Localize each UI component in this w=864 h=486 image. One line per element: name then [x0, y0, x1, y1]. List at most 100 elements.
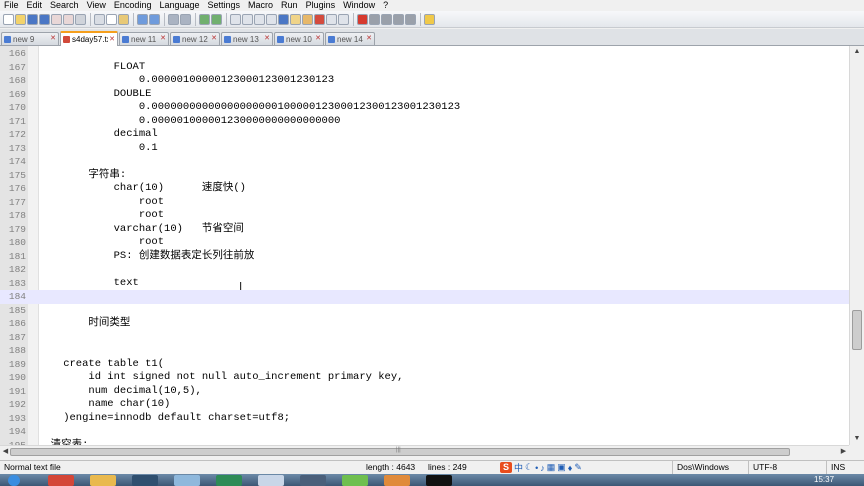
code-line[interactable]: 187 — [0, 331, 849, 345]
ime-punct-icon[interactable]: • — [535, 463, 538, 473]
tab-close-icon[interactable]: ✕ — [210, 35, 218, 43]
tab-close-icon[interactable]: ✕ — [159, 35, 167, 43]
excel-taskbar-icon[interactable] — [216, 475, 242, 486]
code-line[interactable]: 185 — [0, 304, 849, 318]
code-text[interactable]: id int signed not null auto_increment pr… — [38, 371, 403, 385]
code-text[interactable]: )engine=innodb default charset=utf8; — [38, 412, 290, 426]
word-wrap-icon[interactable] — [254, 13, 265, 25]
sync-horizontal-icon[interactable] — [242, 13, 253, 25]
code-line[interactable]: 172 decimal — [0, 128, 849, 142]
tab-new-14[interactable]: new 14 ✕ — [325, 32, 375, 45]
monitor-icon[interactable] — [338, 13, 349, 25]
save-macro-icon[interactable] — [405, 13, 416, 25]
ime-skin-icon[interactable]: ▣ — [557, 462, 566, 473]
code-text[interactable]: root — [38, 209, 164, 223]
ime-toolbar[interactable]: S 中 ☾ • ♪ ▦ ▣ ♦ ✎ — [500, 461, 582, 474]
python-taskbar-icon[interactable] — [132, 475, 158, 486]
code-line[interactable]: 179 varchar(10) 节省空间 — [0, 223, 849, 237]
save-icon[interactable] — [27, 13, 38, 25]
code-line[interactable]: 186 时间类型 — [0, 317, 849, 331]
notepad-taskbar-icon[interactable] — [258, 475, 284, 486]
menu-help[interactable]: ? — [379, 0, 392, 11]
cmd-taskbar-icon[interactable] — [426, 475, 452, 486]
menu-settings[interactable]: Settings — [204, 0, 245, 11]
plugin-icon[interactable] — [424, 13, 435, 25]
code-line[interactable]: 191 num decimal(10,5), — [0, 385, 849, 399]
code-text[interactable]: FLOAT — [38, 61, 146, 75]
code-text[interactable]: create table t1( — [38, 358, 164, 372]
new-file-icon[interactable] — [3, 13, 14, 25]
vertical-scrollbar[interactable]: ▲ ▼ — [849, 46, 864, 445]
ime-logo-icon[interactable]: S — [500, 462, 512, 473]
explorer-taskbar-icon[interactable] — [90, 475, 116, 486]
ime-keyboard-icon[interactable]: ▦ — [547, 462, 556, 473]
ime-wrench-icon[interactable]: ✎ — [574, 462, 582, 473]
copy-icon[interactable] — [106, 13, 117, 25]
menu-macro[interactable]: Macro — [244, 0, 277, 11]
code-line[interactable]: 168 0.00000100000123000123001230123 — [0, 74, 849, 88]
code-line[interactable]: 180 root — [0, 236, 849, 250]
menu-encoding[interactable]: Encoding — [110, 0, 156, 11]
code-text[interactable]: 时间类型 — [38, 317, 130, 331]
code-line[interactable]: 166 — [0, 47, 849, 61]
scroll-right-icon[interactable]: ▶ — [838, 446, 849, 457]
app-taskbar-icon[interactable] — [174, 475, 200, 486]
code-text[interactable]: root — [38, 236, 164, 250]
paste-icon[interactable] — [118, 13, 129, 25]
cut-icon[interactable] — [94, 13, 105, 25]
vertical-scroll-thumb[interactable] — [852, 310, 862, 350]
code-line[interactable]: 167 FLOAT — [0, 61, 849, 75]
code-line[interactable]: 174 — [0, 155, 849, 169]
scroll-down-icon[interactable]: ▼ — [850, 433, 864, 445]
print-icon[interactable] — [75, 13, 86, 25]
menu-run[interactable]: Run — [277, 0, 302, 11]
code-text[interactable]: char(10) 速度快() — [38, 182, 246, 196]
code-line[interactable]: 183 text — [0, 277, 849, 291]
tab-new-12[interactable]: new 12 ✕ — [170, 32, 220, 45]
menu-plugins[interactable]: Plugins — [302, 0, 340, 11]
code-line[interactable]: 173 0.1 — [0, 142, 849, 156]
current-line[interactable]: 184 — [0, 290, 849, 304]
horizontal-scrollbar[interactable]: ◀ ||| ▶ — [0, 445, 849, 457]
menu-language[interactable]: Language — [155, 0, 203, 11]
code-line[interactable]: 193 )engine=innodb default charset=utf8; — [0, 412, 849, 426]
code-line[interactable]: 188 — [0, 344, 849, 358]
tab-close-icon[interactable]: ✕ — [314, 35, 322, 43]
open-file-icon[interactable] — [15, 13, 26, 25]
language-icon[interactable] — [290, 13, 301, 25]
code-text[interactable]: root — [38, 196, 164, 210]
indent-guide-icon[interactable] — [278, 13, 289, 25]
code-line[interactable]: 175 字符串: — [0, 169, 849, 183]
scroll-up-icon[interactable]: ▲ — [850, 46, 864, 58]
menu-edit[interactable]: Edit — [23, 0, 47, 11]
code-line[interactable]: 192 name char(10) — [0, 398, 849, 412]
tab-new-13[interactable]: new 13 ✕ — [221, 32, 273, 45]
menu-view[interactable]: View — [83, 0, 110, 11]
tab-close-icon[interactable]: ✕ — [365, 35, 373, 43]
code-line[interactable]: 182 — [0, 263, 849, 277]
app2-taskbar-icon[interactable] — [384, 475, 410, 486]
ime-mic-icon[interactable]: ♪ — [540, 463, 545, 473]
start-button-icon[interactable] — [8, 475, 20, 486]
function-list-icon[interactable] — [314, 13, 325, 25]
sync-vertical-icon[interactable] — [230, 13, 241, 25]
ime-clothes-icon[interactable]: ♦ — [568, 463, 573, 473]
tab-close-icon[interactable]: ✕ — [49, 35, 57, 43]
code-text[interactable]: 字符串: — [38, 169, 126, 183]
undo-icon[interactable] — [137, 13, 148, 25]
ime-moon-icon[interactable]: ☾ — [525, 462, 533, 473]
code-text[interactable]: varchar(10) 节省空间 — [38, 223, 244, 237]
tab-close-icon[interactable]: ✕ — [263, 35, 271, 43]
tab-new-10[interactable]: new 10 ✕ — [274, 32, 324, 45]
code-text[interactable]: PS: 创建数据表定长列往前放 — [38, 250, 255, 264]
close-icon[interactable] — [51, 13, 62, 25]
pycharm-taskbar-icon[interactable] — [300, 475, 326, 486]
menu-search[interactable]: Search — [46, 0, 83, 11]
code-text[interactable]: 0.00000000000000000000100000123000123001… — [38, 101, 460, 115]
close-all-icon[interactable] — [63, 13, 74, 25]
stop-macro-icon[interactable] — [369, 13, 380, 25]
play-macro-icon[interactable] — [381, 13, 392, 25]
redo-icon[interactable] — [149, 13, 160, 25]
replace-icon[interactable] — [180, 13, 191, 25]
zoom-out-icon[interactable] — [211, 13, 222, 25]
